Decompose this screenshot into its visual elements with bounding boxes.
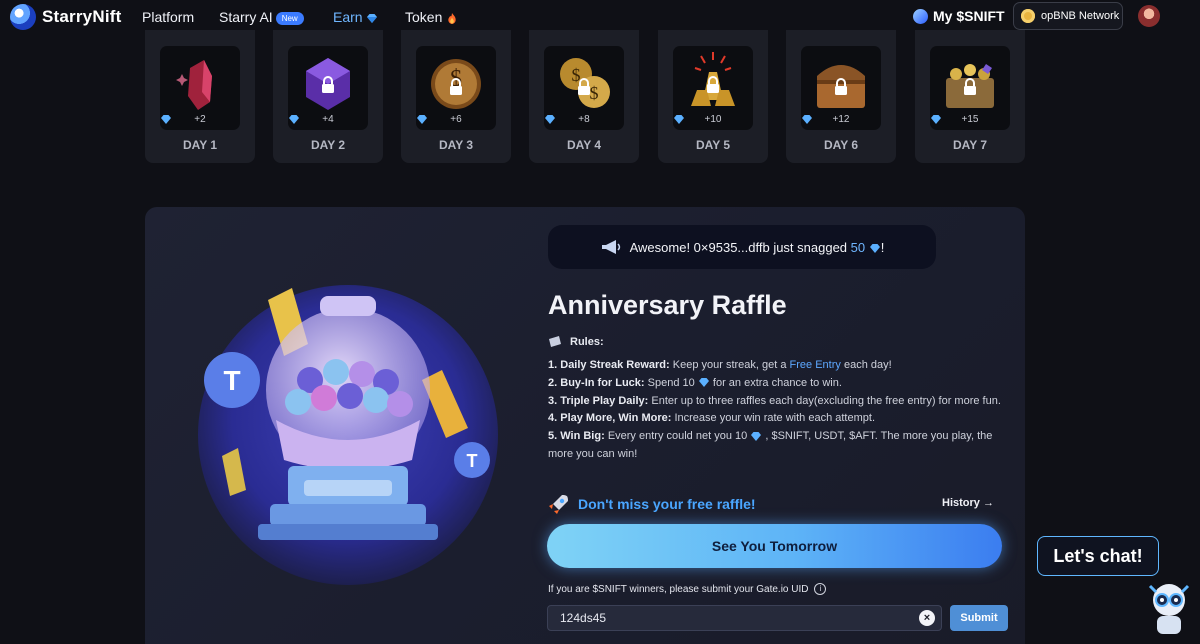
submit-button[interactable]: Submit [950,605,1008,631]
free-raffle-callout: Don't miss your free raffle! [548,493,756,515]
nav-platform[interactable]: Platform [142,9,194,25]
reward-amount: +4 [288,114,368,125]
snift-coin-icon [913,8,928,24]
svg-text:$: $ [590,83,599,103]
nav-earn-label: Earn [333,9,363,25]
notice-amount: 50 [850,239,866,255]
top-nav: StarryNift Platform Starry AI New Earn To… [0,0,1200,34]
nav-starry-ai-label: Starry AI [219,9,273,25]
day-card-3[interactable]: $ +6 DAY 3 [401,30,511,163]
diamond-icon [417,115,427,124]
reward-amount: +10 [673,114,753,125]
bnb-icon [1021,9,1035,23]
see-you-tomorrow-button[interactable]: See You Tomorrow [547,524,1002,568]
day-label: DAY 1 [182,138,218,152]
rules-heading: Rules: [548,336,604,348]
diamond-icon [289,115,299,124]
day-label: DAY 4 [566,138,602,152]
avatar[interactable] [1138,5,1160,27]
rule-item: 5. Win Big: Every entry could net you 10… [548,430,993,460]
diamond-icon [161,115,171,124]
ticket-icon [549,336,561,347]
reward-amount: +6 [416,114,496,125]
day-label: DAY 3 [438,138,474,152]
notice-text: Awesome! 0×9535...dffb just snagged 50 ! [629,239,885,255]
history-link[interactable]: History → [942,497,994,509]
fire-icon [448,12,456,24]
reward-amount: +2 [160,114,240,125]
rules-list: 1. Daily Streak Reward: Keep your streak… [548,357,1003,464]
chat-bubble[interactable]: Let's chat! [1037,536,1159,576]
day-label: DAY 5 [695,138,731,152]
reward-tile: +12 [801,46,881,130]
diamond-icon [802,115,812,124]
clear-input-icon[interactable]: × [919,610,935,626]
reward-amount: +8 [544,114,624,125]
day-card-7[interactable]: +15 DAY 7 [915,30,1025,163]
robot-mascot-icon[interactable] [1144,578,1194,638]
megaphone-icon [601,240,620,254]
rocket-icon [549,495,568,514]
brand-name: StarryNift [42,7,122,26]
uid-instructions: If you are $SNIFT winners, please submit… [548,583,827,595]
gumball-machine-illustration: T T [198,285,498,585]
reward-amount: +15 [930,114,1010,125]
reward-tile: $ +6 [416,46,496,130]
reward-tile: $ $ +8 [544,46,624,130]
diamond-icon [869,243,880,253]
day-card-5[interactable]: +10 DAY 5 [658,30,768,163]
starrynift-logo-icon [10,4,36,30]
diamond-icon [698,378,709,388]
reward-tile: +4 [288,46,368,130]
svg-text:T: T [223,365,240,396]
diamond-icon [931,115,941,124]
info-icon[interactable]: i [814,583,827,595]
page-title: Anniversary Raffle [548,290,787,320]
diamond-icon [674,115,684,124]
new-badge: New [275,11,304,25]
rule-item: 2. Buy-In for Luck: Spend 10 for an extr… [548,376,842,389]
my-snift-label: My $SNIFT [933,8,1005,24]
reward-amount: +12 [801,114,881,125]
reward-tile: +2 [160,46,240,130]
nav-token[interactable]: Token [405,9,458,25]
nav-starry-ai[interactable]: Starry AI New [219,9,304,25]
brand-logo[interactable]: StarryNift [10,4,121,30]
my-snift-link[interactable]: My $SNIFT [913,8,1005,24]
day-card-1[interactable]: +2 DAY 1 [145,30,255,163]
winner-notice: Awesome! 0×9535...dffb just snagged 50 ! [548,225,936,269]
day-label: DAY 6 [823,138,859,152]
svg-text:T: T [467,451,478,471]
gate-uid-input[interactable] [547,605,942,631]
reward-tile: +15 [930,46,1010,130]
nav-earn[interactable]: Earn [333,9,378,25]
network-selector[interactable]: opBNB Network [1013,2,1123,30]
diamond-icon [367,13,378,23]
network-label: opBNB Network [1041,10,1120,22]
day-label: DAY 7 [952,138,988,152]
diamond-icon [545,115,555,124]
day-card-4[interactable]: $ $ +8 DAY 4 [529,30,639,163]
day-label: DAY 2 [310,138,346,152]
nav-token-label: Token [405,9,443,25]
diamond-icon [751,431,762,441]
reward-tile: +10 [673,46,753,130]
day-card-6[interactable]: +12 DAY 6 [786,30,896,163]
day-card-2[interactable]: +4 DAY 2 [273,30,383,163]
rule-item: 3. Triple Play Daily: Enter up to three … [548,394,1001,407]
rule-item: 1. Daily Streak Reward: Keep your streak… [548,359,892,371]
rule-item: 4. Play More, Win More: Increase your wi… [548,412,875,425]
